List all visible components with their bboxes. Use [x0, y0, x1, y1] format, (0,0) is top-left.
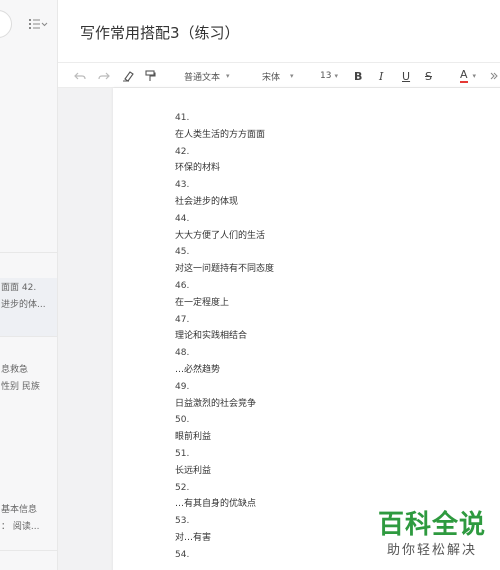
- item-text: 对这一问题持有不同态度: [175, 264, 275, 275]
- document-header: 写作常用搭配3（练习）: [58, 0, 500, 62]
- watermark-title: 百科全说: [377, 510, 486, 540]
- item-text: 社会进步的体现: [175, 196, 239, 207]
- format-painter-icon[interactable]: [144, 67, 156, 85]
- bold-button[interactable]: B: [354, 67, 362, 85]
- chevron-down-icon: ▾: [226, 72, 230, 80]
- item-text: 日益激烈的社会竞争: [175, 398, 257, 409]
- font-color-icon: A: [460, 68, 468, 83]
- list-item-text: ： 阅读...: [1, 522, 40, 532]
- item-number: 54.: [175, 549, 190, 560]
- search-button[interactable]: [0, 10, 12, 38]
- item-number: 46.: [175, 280, 190, 291]
- item-text: 环保的材料: [175, 163, 221, 174]
- divider: [0, 550, 57, 551]
- item-text: 眼前利益: [175, 432, 212, 443]
- list-item[interactable]: 基本信息 ： 阅读...: [0, 502, 57, 550]
- item-text: 长远利益: [175, 465, 212, 476]
- item-text: 对…有害: [175, 532, 212, 543]
- document-list-sidebar: 面面 42. 进步的体... 息救急 性别 民族 基本信息 ： 阅读...: [0, 0, 58, 570]
- list-item[interactable]: 息救急 性别 民族: [0, 362, 57, 442]
- item-text: 在一定程度上: [175, 297, 230, 308]
- item-text: 在人类生活的方方面面: [175, 129, 266, 140]
- list-item-text: 面面 42.: [1, 283, 37, 293]
- undo-icon[interactable]: [74, 67, 86, 85]
- chevron-down-icon: ▾: [334, 72, 338, 80]
- item-text: 大大方便了人们的生活: [175, 230, 266, 241]
- editor-toolbar: 普通文本 ▾ 宋体 ▾ 13 ▾ B I U S A ▾: [58, 62, 500, 88]
- more-tools-icon[interactable]: [490, 67, 498, 85]
- item-number: 44.: [175, 213, 190, 224]
- item-text: …必然趋势: [175, 364, 221, 375]
- clear-format-icon[interactable]: [122, 67, 134, 85]
- divider: [0, 252, 57, 253]
- list-item[interactable]: 面面 42. 进步的体...: [0, 278, 57, 336]
- item-text: 理论和实践相结合: [175, 331, 248, 342]
- list-item-text: 性别 民族: [1, 382, 40, 392]
- font-family-value: 宋体: [262, 72, 281, 83]
- watermark-logo: 百科全说 助你轻松解决: [378, 510, 486, 560]
- list-item-text: 进步的体...: [1, 300, 46, 310]
- document-page[interactable]: 41. 在人类生活的方方面面 42. 环保的材料 43. 社会进步的体现 44. 大大方便了人…: [113, 88, 500, 570]
- item-number: 49.: [175, 381, 190, 392]
- item-number: 53.: [175, 516, 190, 527]
- chevron-down-icon: ▾: [472, 72, 477, 80]
- paragraph-style-value: 普通文本: [184, 72, 221, 83]
- underline-button[interactable]: U: [402, 67, 410, 85]
- item-number: 47.: [175, 314, 190, 325]
- list-view-icon[interactable]: [28, 16, 48, 32]
- document-title[interactable]: 写作常用搭配3（练习）: [80, 22, 240, 43]
- item-text: …有其自身的优缺点: [175, 499, 257, 510]
- redo-icon[interactable]: [98, 67, 110, 85]
- list-item-text: 息救急: [1, 365, 29, 375]
- item-number: 42.: [175, 146, 190, 157]
- item-number: 48.: [175, 348, 190, 359]
- editor-canvas: 41. 在人类生活的方方面面 42. 环保的材料 43. 社会进步的体现 44. 大大方便了人…: [58, 88, 500, 570]
- italic-button[interactable]: I: [379, 67, 383, 85]
- item-number: 51.: [175, 448, 190, 459]
- item-number: 41.: [175, 113, 190, 123]
- paragraph-style-select[interactable]: 普通文本 ▾: [184, 67, 230, 85]
- item-number: 52.: [175, 482, 190, 493]
- chevron-down-icon: ▾: [290, 72, 294, 80]
- divider: [0, 336, 57, 337]
- font-family-select[interactable]: 宋体 ▾: [262, 67, 294, 85]
- item-number: 43.: [175, 180, 190, 191]
- document-body[interactable]: 41. 在人类生活的方方面面 42. 环保的材料 43. 社会进步的体现 44. 大大方便了人…: [175, 110, 274, 564]
- strikethrough-button[interactable]: S: [425, 67, 432, 85]
- watermark-subtitle: 助你轻松解决: [386, 543, 477, 558]
- font-size-select[interactable]: 13 ▾: [320, 67, 338, 85]
- font-size-value: 13: [320, 71, 332, 81]
- list-item-text: 基本信息: [1, 505, 38, 515]
- item-number: 50.: [175, 415, 190, 426]
- font-color-button[interactable]: A ▾: [460, 67, 476, 85]
- item-number: 45.: [175, 247, 190, 258]
